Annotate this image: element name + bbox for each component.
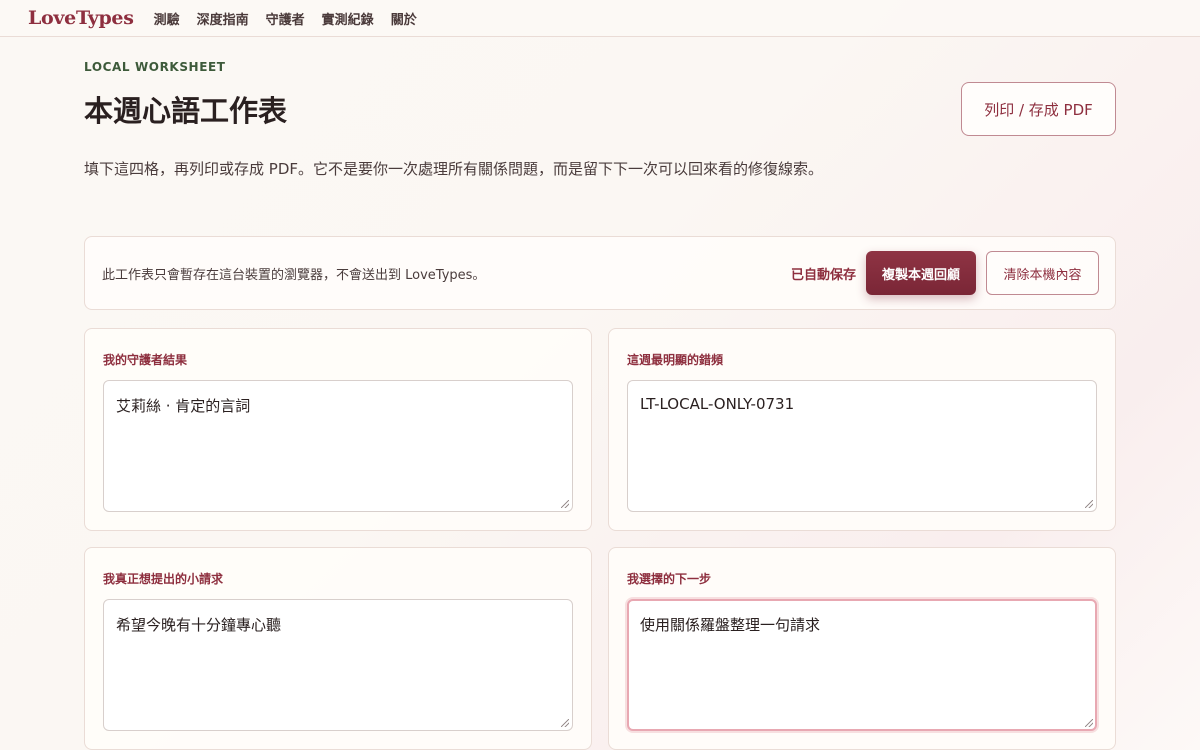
local-storage-notice: 此工作表只會暫存在這台裝置的瀏覽器，不會送出到 LoveTypes。 已自動保存… xyxy=(84,236,1116,310)
worksheet-eyebrow: LOCAL WORKSHEET xyxy=(84,60,226,74)
resize-grip-icon[interactable] xyxy=(1085,500,1093,508)
intro-text: 填下這四格，再列印或存成 PDF。它不是要你一次處理所有關係問題，而是留下下一次… xyxy=(84,160,823,178)
resize-grip-icon[interactable] xyxy=(1085,719,1093,727)
next-step-field[interactable]: 使用關係羅盤整理一句請求 xyxy=(627,599,1097,731)
nav-link-about[interactable]: 關於 xyxy=(391,9,417,28)
top-navigation: LoveTypes 測驗 深度指南 守護者 實測紀錄 關於 xyxy=(0,0,1200,37)
card-guardian-result: 我的守護者結果 艾莉絲 · 肯定的言詞 xyxy=(84,328,592,531)
guardian-result-field[interactable]: 艾莉絲 · 肯定的言詞 xyxy=(103,380,573,512)
brand-logo[interactable]: LoveTypes xyxy=(28,7,134,29)
copy-weekly-review-button[interactable]: 複製本週回顧 xyxy=(866,251,976,295)
nav-link-quiz[interactable]: 測驗 xyxy=(154,9,180,28)
nav-link-records[interactable]: 實測紀錄 xyxy=(322,9,374,28)
autosave-status: 已自動保存 xyxy=(790,267,856,283)
card-label: 我真正想提出的小請求 xyxy=(103,572,224,586)
resize-grip-icon[interactable] xyxy=(561,500,569,508)
notice-text: 此工作表只會暫存在這台裝置的瀏覽器，不會送出到 LoveTypes。 xyxy=(102,267,486,283)
card-label: 我選擇的下一步 xyxy=(627,572,712,586)
print-pdf-button[interactable]: 列印 / 存成 PDF xyxy=(961,82,1116,136)
resize-grip-icon[interactable] xyxy=(561,719,569,727)
small-request-field[interactable]: 希望今晚有十分鐘專心聽 xyxy=(103,599,573,731)
card-mismatch: 這週最明顯的錯頻 LT-LOCAL-ONLY-0731 xyxy=(608,328,1116,531)
card-label: 這週最明顯的錯頻 xyxy=(627,353,724,367)
nav-link-guardians[interactable]: 守護者 xyxy=(266,9,305,28)
clear-local-content-button[interactable]: 清除本機內容 xyxy=(986,251,1099,295)
nav-link-guide[interactable]: 深度指南 xyxy=(197,9,249,28)
card-next-step: 我選擇的下一步 使用關係羅盤整理一句請求 xyxy=(608,547,1116,750)
page-title: 本週心語工作表 xyxy=(84,94,288,128)
card-label: 我的守護者結果 xyxy=(103,353,188,367)
card-small-request: 我真正想提出的小請求 希望今晚有十分鐘專心聽 xyxy=(84,547,592,750)
mismatch-field[interactable]: LT-LOCAL-ONLY-0731 xyxy=(627,380,1097,512)
